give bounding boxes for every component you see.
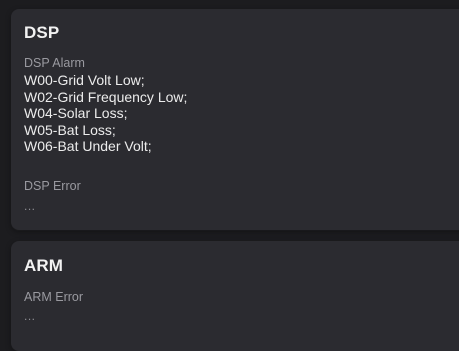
dsp-alarm-label: DSP Alarm (24, 56, 85, 70)
arm-title: ARM (24, 256, 64, 275)
dsp-title: DSP (24, 23, 60, 42)
alarm-item: W00-Grid Volt Low; (24, 72, 145, 88)
alarm-item: W05-Bat Loss; (24, 121, 116, 138)
arm-error-value: ... (24, 309, 36, 323)
dsp-card: DSP DSP Alarm W00-Grid Volt Low; W02-Gri… (11, 9, 459, 230)
alarm-item: W02-Grid Frequency Low; (24, 88, 188, 105)
dsp-error-label: DSP Error (24, 179, 81, 193)
dsp-alarm-list: W00-Grid Volt Low; W02-Grid Frequency Lo… (24, 72, 187, 155)
alarm-item: W04-Solar Loss; (24, 105, 128, 121)
arm-error-label: ARM Error (24, 290, 84, 304)
dsp-error-value: ... (24, 199, 36, 213)
alarm-item: W06-Bat Under Volt; (24, 138, 152, 154)
